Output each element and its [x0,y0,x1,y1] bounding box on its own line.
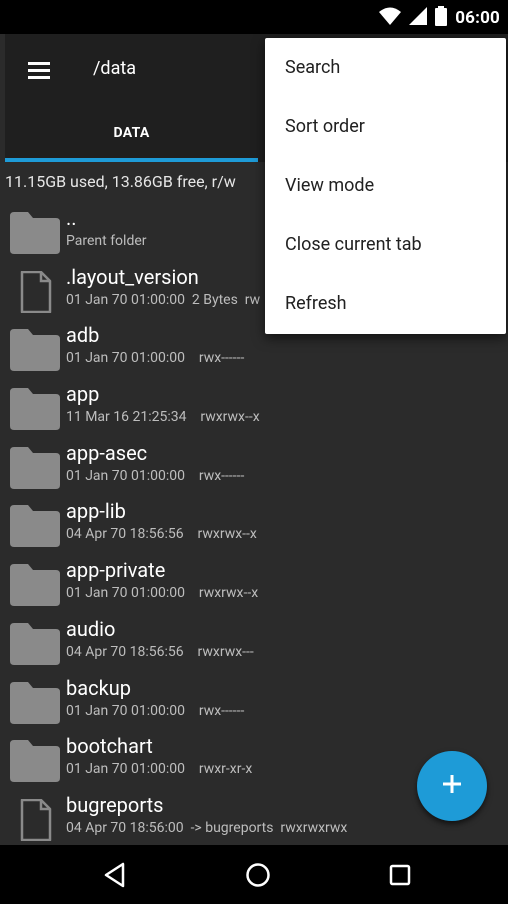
overflow-menu: Search Sort order View mode Close curren… [265,38,506,334]
folder-icon [10,681,60,724]
file-icon [10,270,60,313]
file-meta: 01 Jan 70 01:00:00 rwx------ [66,702,245,719]
file-meta: 01 Jan 70 01:00:00 2 Bytes rw [66,291,261,308]
file-name: app-private [66,558,166,583]
file-meta: 04 Apr 70 18:56:56 rwxrwx--x [66,526,257,543]
file-name: app-asec [66,440,148,465]
tab-data[interactable]: DATA [5,104,258,162]
file-name: app [66,382,100,407]
folder-icon [10,329,60,372]
file-name: bugreports [66,792,164,817]
file-name: app-lib [66,499,126,524]
hamburger-menu-icon[interactable] [23,54,55,86]
file-name: backup [66,675,131,700]
file-name: adb [66,323,100,348]
file-icon [10,798,60,842]
file-list-item[interactable]: app-asec 01 Jan 70 01:00:00 rwx------ [5,439,508,498]
file-list-item[interactable]: app-lib 04 Apr 70 18:56:56 rwxrwx--x [5,497,508,556]
battery-icon [435,6,448,30]
menu-item-close-current-tab[interactable]: Close current tab [265,215,506,274]
storage-info: 11.15GB used, 13.86GB free, r/w [5,172,236,191]
folder-icon [10,564,60,607]
file-meta: 04 Apr 70 18:56:56 rwxrwx--- [66,643,254,660]
status-bar: 06:00 [0,0,508,34]
file-meta: 01 Jan 70 01:00:00 rwx------ [66,467,245,484]
file-name: audio [66,616,116,641]
signal-icon [409,7,428,29]
file-manager-screen: 06:00 /data DATA 11.15GB used, 13.86GB f… [0,0,508,904]
active-tab-indicator [5,158,258,162]
file-meta: 01 Jan 70 01:00:00 rwxrwx--x [66,585,259,602]
folder-icon [10,622,60,665]
status-icons: 06:00 [379,6,500,30]
file-list-item[interactable]: app-private 01 Jan 70 01:00:00 rwxrwx--x [5,556,508,615]
navigation-bar [0,845,508,904]
folder-icon [10,388,60,431]
menu-item-view-mode[interactable]: View mode [265,156,506,215]
home-icon[interactable] [242,859,274,891]
recents-icon[interactable] [384,859,416,891]
file-name: .layout_version [66,264,199,289]
current-path: /data [93,58,137,79]
back-icon[interactable] [100,859,132,891]
folder-icon [10,212,60,254]
status-time: 06:00 [455,8,500,28]
file-list-item[interactable]: audio 04 Apr 70 18:56:56 rwxrwx--- [5,615,508,674]
menu-item-refresh[interactable]: Refresh [265,274,506,333]
menu-item-sort-order[interactable]: Sort order [265,97,506,156]
file-name: bootchart [66,734,153,759]
file-list-item[interactable]: backup 01 Jan 70 01:00:00 rwx------ [5,674,508,733]
file-name: .. [66,206,77,230]
file-list-item[interactable]: app 11 Mar 16 21:25:34 rwxrwx--x [5,380,508,439]
folder-icon [10,740,60,783]
add-fab-button[interactable] [417,751,487,821]
tab-label: DATA [113,125,150,141]
menu-item-search[interactable]: Search [265,38,506,97]
folder-icon [10,505,60,548]
file-meta: 01 Jan 70 01:00:00 rwx------ [66,350,245,367]
plus-icon [440,772,464,800]
folder-icon [10,446,60,489]
file-meta: 11 Mar 16 21:25:34 rwxrwx--x [66,409,260,426]
wifi-icon [379,7,402,29]
file-meta: Parent folder [66,233,147,249]
file-meta: 01 Jan 70 01:00:00 rwxr-xr-x [66,761,253,778]
file-meta: 04 Apr 70 18:56:00 -> bugreports rwxrwxr… [66,819,348,836]
